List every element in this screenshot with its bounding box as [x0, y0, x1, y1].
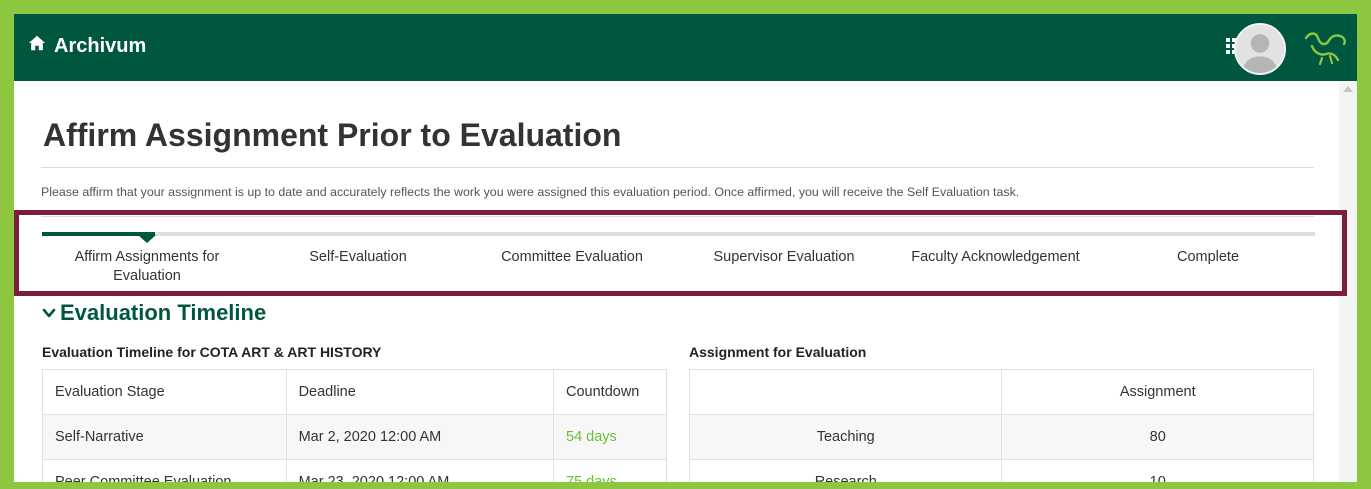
table-header-row: Evaluation Stage Deadline Countdown [42, 369, 667, 415]
frame-border-right [1357, 0, 1371, 489]
scroll-up-arrow-icon[interactable] [1343, 86, 1353, 92]
table-header-cell: Assignment [1001, 369, 1314, 415]
assignment-table: Assignment Teaching 80 Research 10 [688, 369, 1314, 489]
divider [41, 216, 1314, 217]
table-header-cell: Deadline [285, 369, 555, 415]
timeline-header: Evaluation Timeline [60, 300, 267, 325]
vertical-scrollbar[interactable] [1339, 81, 1357, 482]
step-label: Committee Evaluation [501, 249, 643, 265]
step-faculty-acknowledgement[interactable]: Faculty Acknowledgement [893, 248, 1098, 267]
table-row: Teaching 80 [688, 414, 1314, 460]
step-complete[interactable]: Complete [1158, 248, 1258, 267]
table-header-cell: Evaluation Stage [42, 369, 287, 415]
table-cell: Teaching [688, 414, 1003, 460]
home-link[interactable]: Archivum [28, 34, 146, 58]
countdown-cell: 54 days [553, 414, 667, 460]
top-navbar: Archivum [14, 14, 1357, 81]
step-self-evaluation[interactable]: Self-Evaluation [298, 248, 418, 267]
divider [41, 167, 1314, 168]
user-avatar[interactable] [1234, 23, 1286, 75]
current-step-caret-icon [138, 235, 156, 243]
step-label: Self-Evaluation [309, 249, 407, 265]
app-name: Archivum [54, 34, 147, 57]
table-cell: 80 [1001, 414, 1314, 460]
step-label: Faculty Acknowledgement [911, 249, 1080, 265]
table-cell: Self-Narrative [42, 414, 287, 460]
progress-track [42, 232, 1315, 236]
table-row: Self-Narrative Mar 2, 2020 12:00 AM 54 d… [42, 414, 667, 460]
frame-border-bottom [0, 482, 1371, 489]
step-label: Evaluation [113, 268, 181, 284]
table-header-row: Assignment [688, 369, 1314, 415]
page-title: Affirm Assignment Prior to Evaluation [43, 117, 622, 153]
step-committee-evaluation[interactable]: Committee Evaluation [483, 248, 661, 267]
table-header-cell [688, 369, 1003, 415]
step-label: Complete [1176, 249, 1240, 265]
table-header-cell: Countdown [553, 369, 667, 415]
table-cell: Mar 2, 2020 12:00 AM [285, 414, 555, 460]
timeline-table: Evaluation Stage Deadline Countdown Self… [42, 369, 667, 489]
timeline-table-title: Evaluation Timeline for COTA ART & ART H… [42, 344, 382, 360]
step-supervisor-evaluation[interactable]: Supervisor Evaluation [697, 248, 871, 267]
step-label: Affirm Assignments for [74, 249, 220, 265]
bull-logo-icon [1302, 28, 1348, 66]
chevron-down-icon [42, 300, 56, 326]
assignment-table-title: Assignment for Evaluation [689, 344, 867, 360]
step-label: Supervisor Evaluation [713, 249, 855, 265]
step-affirm-assignments[interactable]: Affirm Assignments for Evaluation [52, 248, 242, 286]
timeline-toggle[interactable]: Evaluation Timeline [42, 300, 266, 326]
page-description: Please affirm that your assignment is up… [41, 185, 1020, 199]
home-icon [28, 34, 46, 58]
